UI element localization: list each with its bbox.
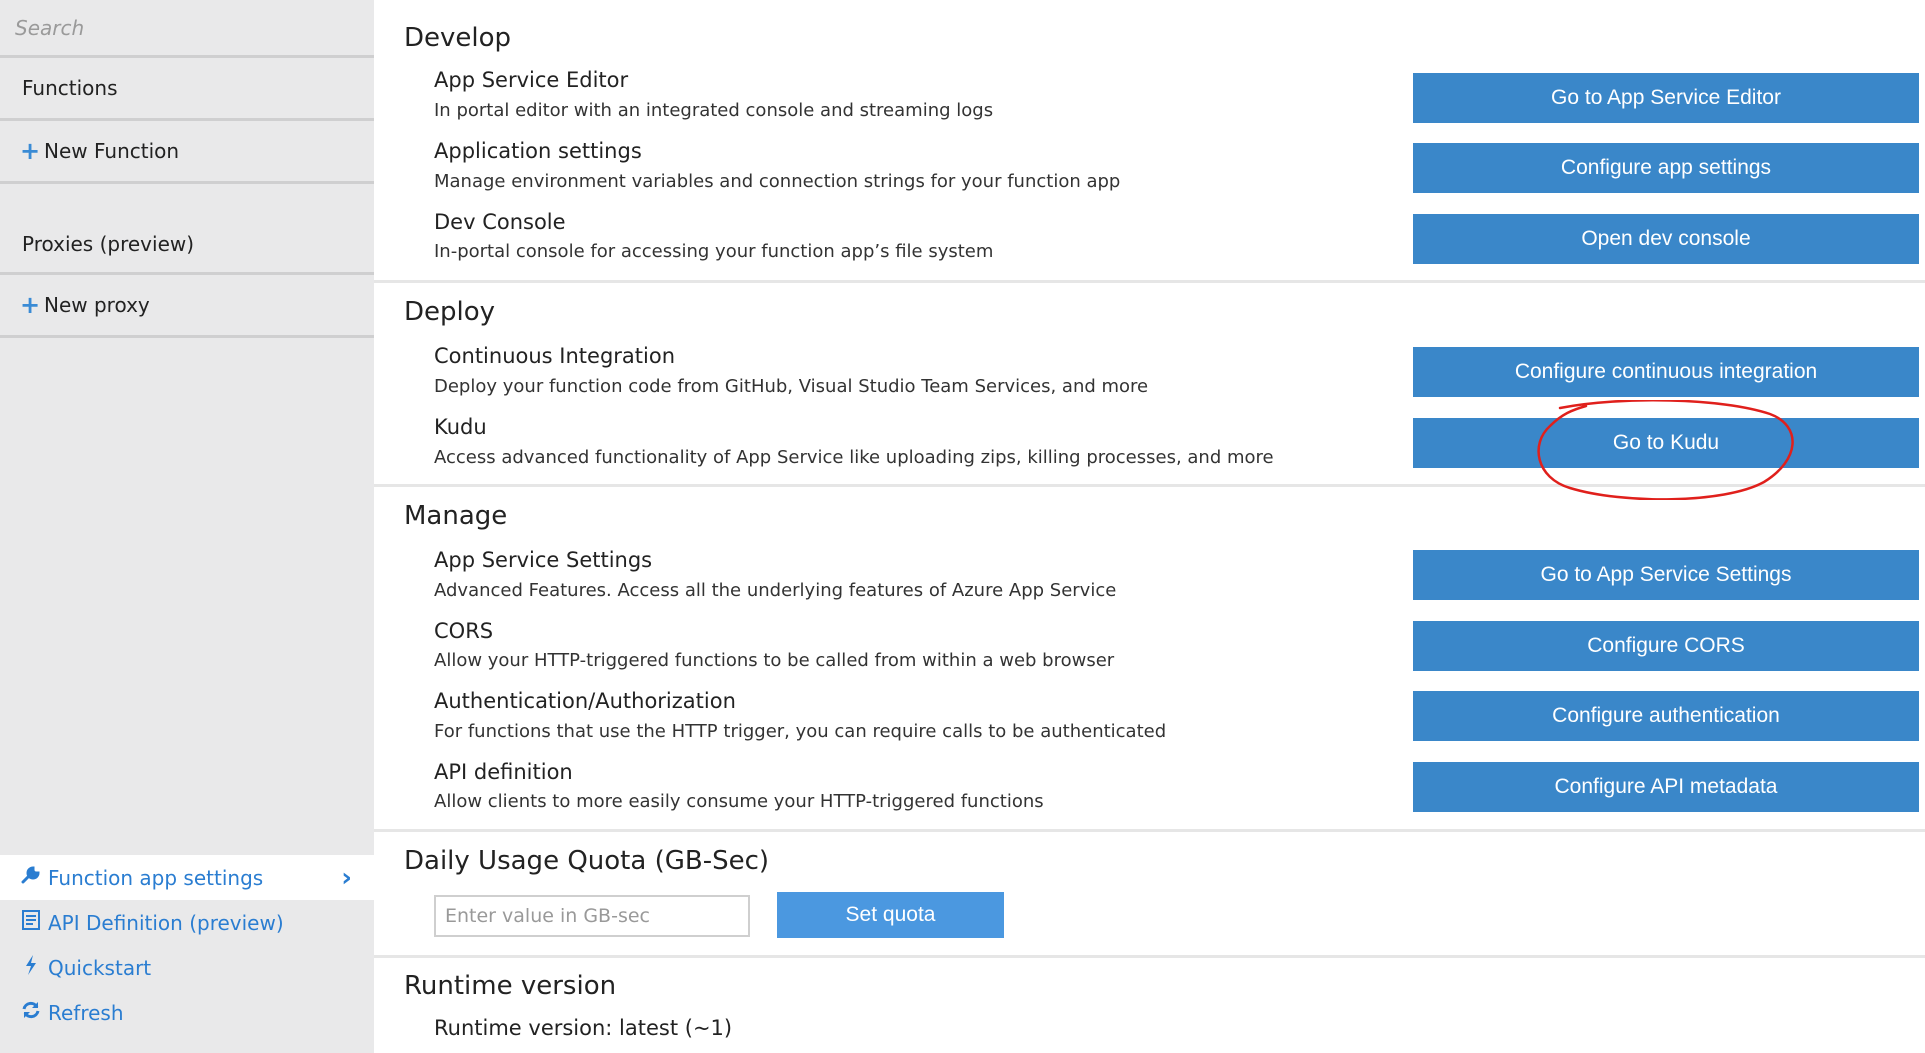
sidebar-item-refresh[interactable]: Refresh [0,990,374,1035]
row-title: Authentication/Authorization [434,689,736,713]
sidebar-item-new-proxy[interactable]: + New proxy [0,275,374,338]
runtime-version-value: Runtime version: latest (~1) [434,1016,733,1040]
configure-cors-button[interactable]: Configure CORS [1413,621,1919,671]
configure-api-metadata-button[interactable]: Configure API metadata [1413,762,1919,812]
configure-continuous-integration-button[interactable]: Configure continuous integration [1413,347,1919,397]
section-title: Daily Usage Quota (GB-Sec) [404,846,770,876]
sidebar-item-function-app-settings[interactable]: Function app settings › [0,855,374,900]
row-title: Dev Console [434,210,566,234]
plus-icon: + [20,137,41,165]
manage-section: Manage App Service Settings Advanced Fea… [374,487,1925,832]
row-description: Deploy your function code from GitHub, V… [434,376,1149,397]
go-to-kudu-button[interactable]: Go to Kudu [1413,418,1919,468]
go-to-app-service-editor-button[interactable]: Go to App Service Editor [1413,73,1919,123]
sidebar-item-new-function[interactable]: + New Function [0,121,374,184]
wrench-icon [20,865,42,890]
row-description: Manage environment variables and connect… [434,171,1121,192]
row-description: Advanced Features. Access all the underl… [434,580,1117,601]
row-title: Kudu [434,415,487,439]
sidebar-item-label: Quickstart [48,955,152,980]
configure-authentication-button[interactable]: Configure authentication [1413,691,1919,741]
row-description: Allow your HTTP-triggered functions to b… [434,650,1115,671]
sidebar-item-functions[interactable]: Functions [0,58,374,121]
sidebar-item-label: New Function [44,139,180,163]
section-title: Manage [404,501,508,531]
row-title: App Service Settings [434,548,653,572]
configure-app-settings-button[interactable]: Configure app settings [1413,143,1919,193]
sidebar-item-label: Refresh [48,1000,124,1025]
develop-section: Develop App Service Editor In portal edi… [374,0,1925,283]
search-input[interactable] [13,14,357,41]
sidebar-item-quickstart[interactable]: Quickstart [0,945,374,990]
runtime-section: Runtime version Runtime version: latest … [374,958,1925,1053]
open-dev-console-button[interactable]: Open dev console [1413,214,1919,264]
plus-icon: + [20,291,41,319]
deploy-section: Deploy Continuous Integration Deploy you… [374,283,1925,487]
search-box [0,0,374,58]
sidebar-item-label: New proxy [44,293,150,317]
sidebar-item-label: Functions [22,76,118,100]
section-title: Runtime version [404,971,617,1001]
sidebar-item-label: Proxies (preview) [22,232,195,256]
lightning-icon [20,954,42,981]
row-description: For functions that use the HTTP trigger,… [434,721,1167,742]
main-content: Develop App Service Editor In portal edi… [374,0,1925,1053]
chevron-right-icon: › [341,862,352,893]
row-title: Application settings [434,139,642,163]
sidebar-item-label: Function app settings [48,865,264,890]
sidebar-item-proxies[interactable]: Proxies (preview) [0,184,374,275]
row-title: API definition [434,760,573,784]
sidebar-item-api-definition[interactable]: API Definition (preview) [0,900,374,945]
quota-input[interactable] [434,895,750,937]
section-title: Develop [404,23,512,53]
sidebar: Functions + New Function Proxies (previe… [0,0,374,1053]
row-title: CORS [434,619,494,643]
document-icon [20,909,42,936]
quota-section: Daily Usage Quota (GB-Sec) Set quota [374,832,1925,958]
row-description: Allow clients to more easily consume you… [434,791,1044,812]
sidebar-bottom-menu: Function app settings › API Definition (… [0,855,374,1035]
sidebar-item-label: API Definition (preview) [48,910,284,935]
section-title: Deploy [404,297,496,327]
set-quota-button[interactable]: Set quota [777,892,1004,938]
row-title: App Service Editor [434,68,629,92]
refresh-icon [20,1000,42,1025]
row-title: Continuous Integration [434,344,675,368]
function-app-settings-page: Functions + New Function Proxies (previe… [0,0,1925,1053]
row-description: In portal editor with an integrated cons… [434,100,994,121]
go-to-app-service-settings-button[interactable]: Go to App Service Settings [1413,550,1919,600]
row-description: In-portal console for accessing your fun… [434,241,994,262]
row-description: Access advanced functionality of App Ser… [434,447,1274,468]
